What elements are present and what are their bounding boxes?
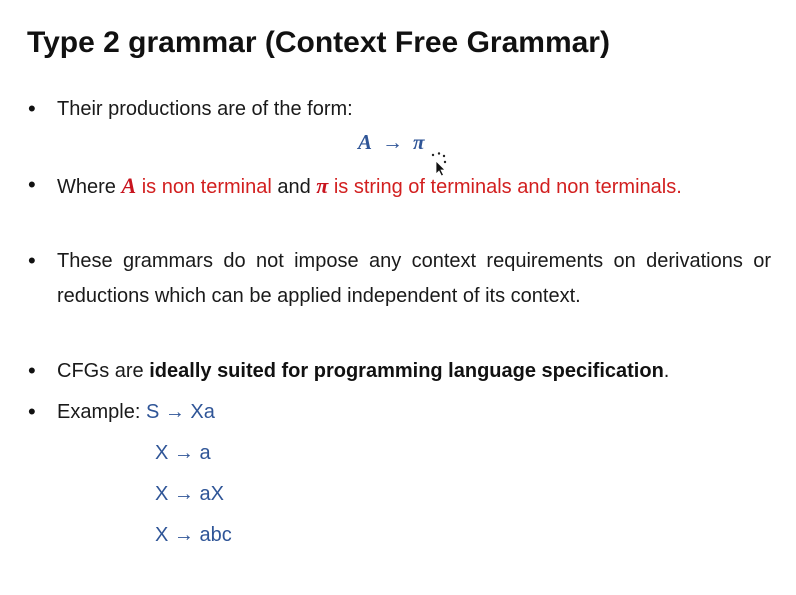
symbol-a: A xyxy=(121,173,137,198)
bullet-example: Example: S → Xa xyxy=(57,395,771,430)
and-word: and xyxy=(271,176,317,198)
bullet-dot-icon: • xyxy=(28,96,36,121)
formula-lhs: A xyxy=(358,130,373,154)
slide-title: Type 2 grammar (Context Free Grammar) xyxy=(27,26,610,59)
string-of-terminals-text: is string of terminals and non terminals… xyxy=(328,176,682,198)
example-production: X → aX xyxy=(155,483,224,505)
example-label: Example: xyxy=(57,401,146,423)
example-production: X → abc xyxy=(155,524,232,546)
bullet-where-definition: Where A is non terminal and π is string … xyxy=(57,168,771,205)
cfg-pre-text: CFGs are xyxy=(57,360,150,382)
bullet-dot-icon: • xyxy=(28,358,36,383)
formula-arrow: → xyxy=(382,130,404,154)
formula-rhs: π xyxy=(413,130,425,154)
bullet-dot-icon: • xyxy=(28,172,36,197)
cfg-post-text: . xyxy=(663,360,670,382)
cfg-bold-text: ideally suited for programming language … xyxy=(149,360,664,382)
example-production-first: S → Xa xyxy=(145,401,215,423)
bullet-dot-icon: • xyxy=(28,399,36,424)
symbol-pi: π xyxy=(316,173,329,198)
example-production: X → a xyxy=(155,442,211,464)
production-formula: A → π xyxy=(358,130,424,155)
mouse-cursor-icon xyxy=(431,152,447,177)
bullet-no-context-requirements: These grammars do not impose any context… xyxy=(57,250,771,307)
slide: Type 2 grammar (Context Free Grammar) • … xyxy=(0,0,796,595)
bullet-productions-form: Their productions are of the form: xyxy=(57,98,353,120)
where-word: Where xyxy=(57,176,122,198)
is-non-terminal-text: is non terminal xyxy=(136,176,272,198)
bullet-cfg-suited: CFGs are ideally suited for programming … xyxy=(57,354,771,389)
bullet-dot-icon: • xyxy=(28,248,36,273)
